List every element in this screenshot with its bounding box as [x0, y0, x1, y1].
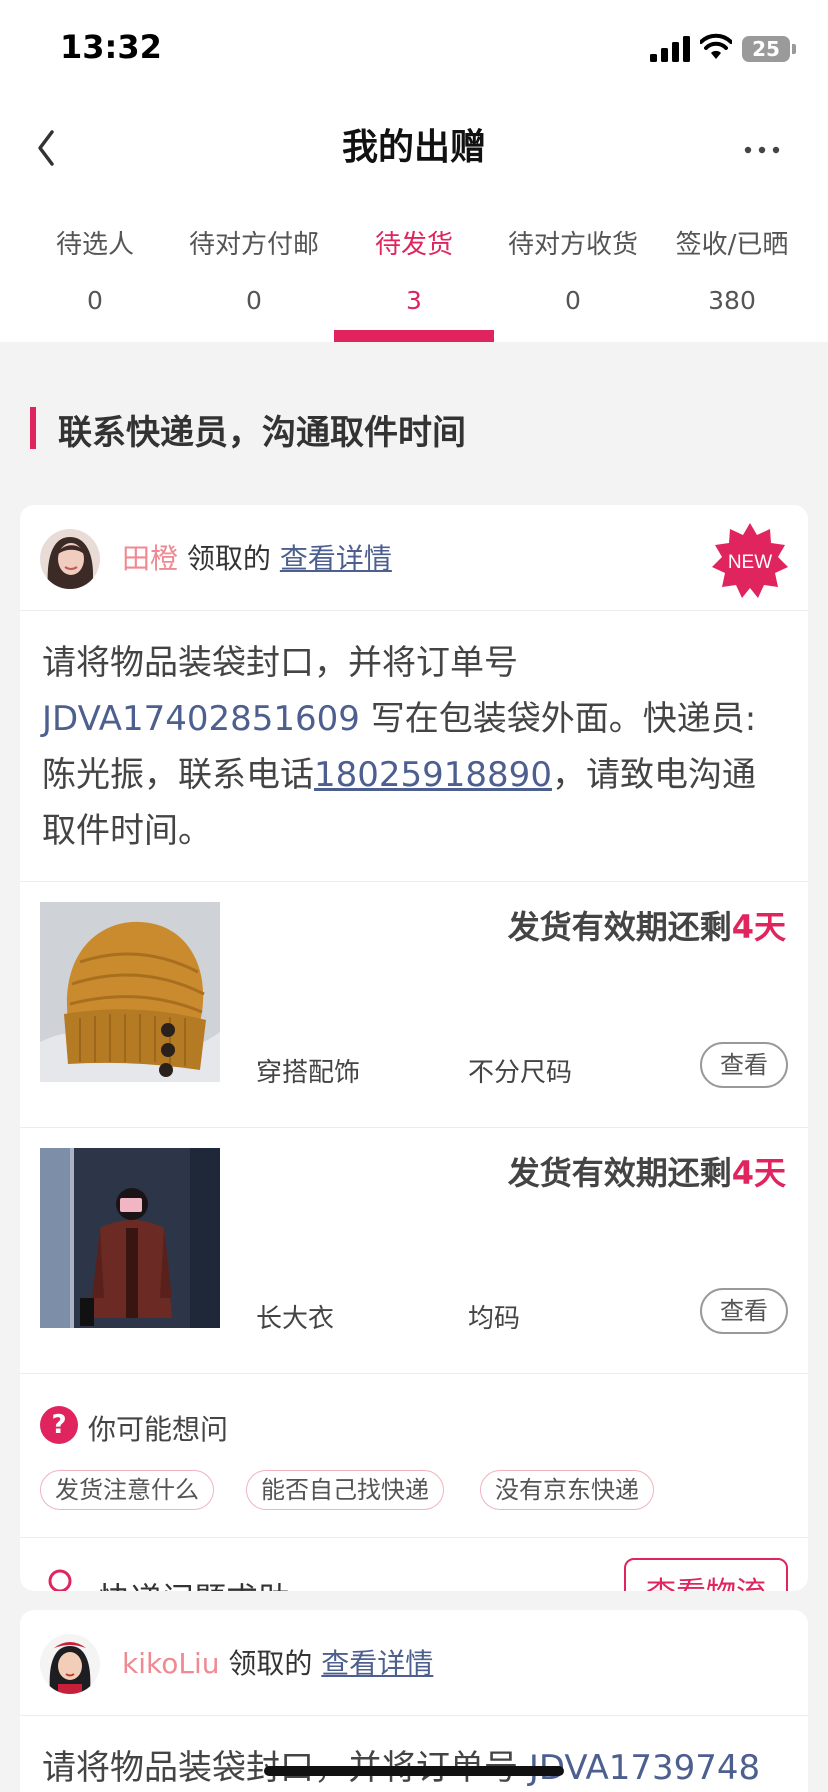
tab-indicator: [334, 330, 494, 342]
tab-await-postage[interactable]: 待对方付邮 0: [174, 200, 334, 342]
order-number[interactable]: JDVA17402851609: [42, 699, 360, 739]
claim-line: kikoLiu 领取的 查看详情: [122, 1642, 433, 1682]
new-badge-text: NEW: [728, 552, 772, 573]
deadline-prefix: 发货有效期还剩: [507, 908, 732, 946]
msg-part-1: 请将物品装袋封口，并将订单号: [42, 643, 518, 683]
battery-icon: 25: [742, 36, 790, 62]
item-photo-hat[interactable]: [40, 902, 220, 1082]
tab-count: 0: [565, 286, 581, 315]
deadline-prefix: 发货有效期还剩: [507, 1154, 732, 1192]
item-size: 不分尺码: [468, 1058, 573, 1088]
avatar[interactable]: [40, 1634, 100, 1694]
faq-chip[interactable]: 发货注意什么: [40, 1470, 214, 1510]
person-icon: [48, 1569, 72, 1591]
tab-label: 签收/已晒: [675, 230, 789, 260]
new-badge: NEW: [712, 523, 788, 598]
deadline-days: 4天: [731, 1154, 786, 1192]
section-accent-bar: [30, 407, 36, 449]
status-bar: 13:32 25: [0, 0, 828, 100]
more-horizontal-icon[interactable]: [740, 128, 784, 172]
question-icon: ?: [40, 1406, 78, 1444]
item-photo-coat[interactable]: [40, 1148, 220, 1328]
tab-label: 待对方收货: [507, 230, 638, 260]
faq-title: 你可能想问: [88, 1413, 229, 1446]
faq-chip[interactable]: 没有京东快递: [480, 1470, 654, 1510]
card-header: kikoLiu 领取的 查看详情: [20, 1610, 808, 1716]
claim-line: 田橙 领取的 查看详情: [122, 537, 392, 577]
username[interactable]: kikoLiu: [122, 1647, 219, 1680]
faq-section: ? 你可能想问 发货注意什么 能否自己找快递 没有京东快递: [20, 1374, 808, 1538]
view-logistics-button[interactable]: 查看物流: [624, 1558, 788, 1591]
username[interactable]: 田橙: [122, 542, 178, 575]
gift-item[interactable]: 发货有效期还剩4天 穿搭配饰 不分尺码 查看: [20, 882, 808, 1128]
claimed-label: 领取的: [228, 1647, 313, 1680]
tab-count: 3: [406, 286, 422, 315]
item-category: 长大衣: [256, 1304, 335, 1334]
cellular-signal-icon: [650, 36, 690, 62]
shipping-deadline: 发货有效期还剩4天: [508, 1148, 786, 1194]
tab-count: 0: [246, 286, 262, 315]
tab-to-ship[interactable]: 待发货 3: [334, 200, 494, 342]
gift-item[interactable]: 发货有效期还剩4天 长大衣 均码 查看: [20, 1128, 808, 1374]
page-title: 我的出赠: [341, 127, 486, 168]
courier-help-link[interactable]: 快递问题求助: [98, 1574, 290, 1591]
status-time: 13:32: [60, 28, 162, 66]
faq-chip[interactable]: 能否自己找快递: [246, 1470, 444, 1510]
status-tabs: 待选人 0 待对方付邮 0 待发货 3 待对方收货 0 签收/已晒 380: [0, 200, 828, 342]
tab-label: 待对方付邮: [188, 230, 319, 260]
claimed-label: 领取的: [186, 542, 271, 575]
tab-received[interactable]: 签收/已晒 380: [652, 200, 812, 342]
courier-phone-link[interactable]: 18025918890: [314, 755, 552, 795]
tab-await-receipt[interactable]: 待对方收货 0: [493, 200, 653, 342]
view-item-button[interactable]: 查看: [700, 1288, 788, 1334]
view-details-link[interactable]: 查看详情: [321, 1647, 433, 1680]
item-category: 穿搭配饰: [256, 1058, 361, 1088]
deadline-days: 4天: [731, 908, 786, 946]
order-card: kikoLiu 领取的 查看详情 请将物品装袋封口，并将订单号 JDVA1739…: [20, 1610, 808, 1792]
courier-help-row: 快递问题求助 查看物流: [20, 1538, 808, 1591]
tab-label: 待选人: [55, 230, 134, 260]
home-indicator: [264, 1766, 564, 1776]
shipping-deadline: 发货有效期还剩4天: [508, 902, 786, 948]
shipping-instructions: 请将物品装袋封口，并将订单号 JDVA17402851609 写在包装袋外面。快…: [20, 611, 808, 882]
tab-to-select[interactable]: 待选人 0: [15, 200, 175, 342]
wifi-icon: [700, 33, 732, 59]
card-header: 田橙 领取的 查看详情 NEW: [20, 505, 808, 611]
section-title: 联系快递员，沟通取件时间: [58, 413, 466, 453]
item-size: 均码: [468, 1304, 521, 1334]
nav-bar: 我的出赠: [0, 100, 828, 200]
tab-count: 0: [87, 286, 103, 315]
shipping-instructions: 请将物品装袋封口，并将订单号 JDVA1739748: [20, 1716, 808, 1792]
tab-count: 380: [708, 286, 756, 315]
view-item-button[interactable]: 查看: [700, 1042, 788, 1088]
avatar[interactable]: [40, 529, 100, 589]
order-card: 田橙 领取的 查看详情 NEW 请将物品装袋封口，并将订单号 JDVA17402…: [20, 505, 808, 1591]
battery-tip: [792, 44, 796, 54]
tab-label: 待发货: [374, 230, 453, 260]
view-details-link[interactable]: 查看详情: [280, 542, 392, 575]
